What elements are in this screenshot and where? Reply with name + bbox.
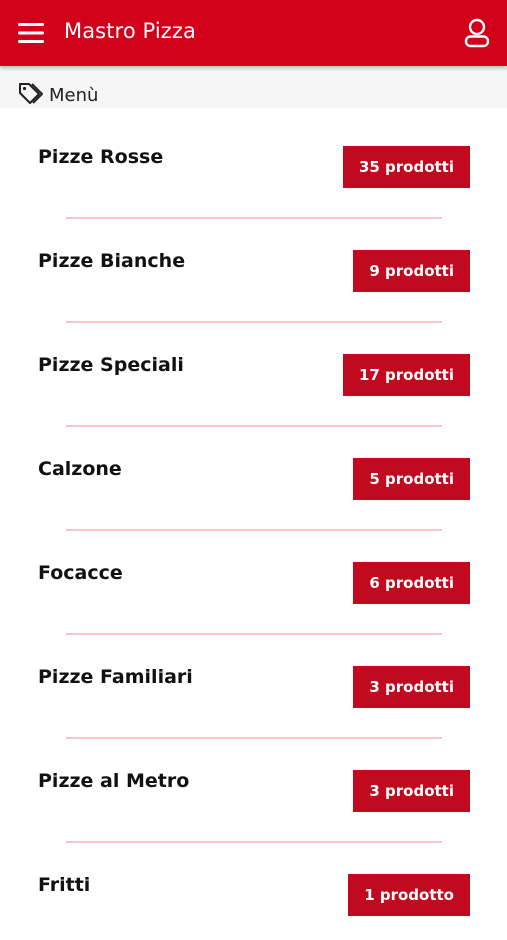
breadcrumb: Menù <box>0 66 507 108</box>
category-row[interactable]: Fritti 1 prodotto <box>0 836 507 940</box>
category-row[interactable]: Pizze al Metro 3 prodotti <box>0 732 507 843</box>
app-title: Mastro Pizza <box>64 19 197 43</box>
product-count-badge: 17 prodotti <box>342 354 470 396</box>
product-count-badge: 9 prodotti <box>353 250 470 292</box>
product-count-badge: 3 prodotti <box>353 770 470 812</box>
category-name: Pizze Speciali <box>38 354 184 376</box>
tag-icon <box>18 82 44 108</box>
category-row[interactable]: Pizze Familiari 3 prodotti <box>0 628 507 739</box>
category-name: Pizze Rosse <box>38 146 164 168</box>
product-count-badge: 35 prodotti <box>342 146 470 188</box>
category-name: Fritti <box>38 874 91 896</box>
category-name: Pizze Bianche <box>38 250 186 272</box>
product-count-badge: 1 prodotto <box>348 874 470 916</box>
breadcrumb-label: Menù <box>49 85 99 106</box>
app-bar: Mastro Pizza <box>0 0 507 66</box>
category-row[interactable]: Calzone 5 prodotti <box>0 420 507 531</box>
category-name: Calzone <box>38 458 122 480</box>
category-row[interactable]: Pizze Speciali 17 prodotti <box>0 316 507 427</box>
category-name: Pizze Familiari <box>38 666 193 688</box>
user-account-icon[interactable] <box>463 18 491 48</box>
product-count-badge: 3 prodotti <box>353 666 470 708</box>
hamburger-menu-icon[interactable] <box>17 20 45 46</box>
category-name: Pizze al Metro <box>38 770 190 792</box>
category-row[interactable]: Pizze Rosse 35 prodotti <box>0 108 507 219</box>
product-count-badge: 6 prodotti <box>353 562 470 604</box>
category-row[interactable]: Focacce 6 prodotti <box>0 524 507 635</box>
category-list: Pizze Rosse 35 prodotti Pizze Bianche 9 … <box>0 108 507 940</box>
category-name: Focacce <box>38 562 123 584</box>
category-row[interactable]: Pizze Bianche 9 prodotti <box>0 212 507 323</box>
product-count-badge: 5 prodotti <box>353 458 470 500</box>
